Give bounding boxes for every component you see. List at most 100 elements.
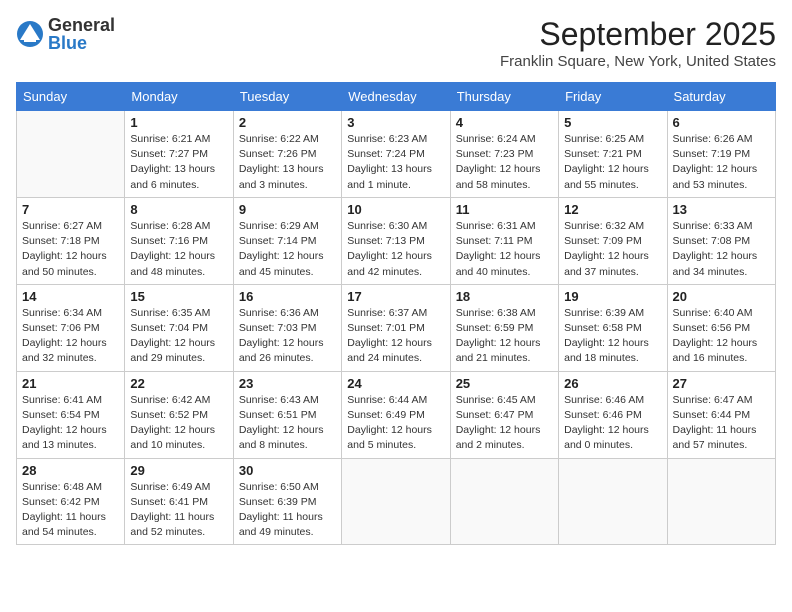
- day-info: Sunrise: 6:40 AM Sunset: 6:56 PM Dayligh…: [673, 306, 770, 367]
- calendar-cell: 13 Sunrise: 6:33 AM Sunset: 7:08 PM Dayli…: [667, 197, 775, 284]
- day-number: 1: [130, 115, 227, 130]
- day-info: Sunrise: 6:31 AM Sunset: 7:11 PM Dayligh…: [456, 219, 553, 280]
- header-wednesday: Wednesday: [342, 83, 450, 111]
- week-row-1: 1 Sunrise: 6:21 AM Sunset: 7:27 PM Daylig…: [17, 111, 776, 198]
- day-number: 3: [347, 115, 444, 130]
- day-number: 27: [673, 376, 770, 391]
- calendar-cell: 24 Sunrise: 6:44 AM Sunset: 6:49 PM Dayli…: [342, 371, 450, 458]
- header-thursday: Thursday: [450, 83, 558, 111]
- day-number: 17: [347, 289, 444, 304]
- day-info: Sunrise: 6:23 AM Sunset: 7:24 PM Dayligh…: [347, 132, 444, 193]
- day-number: 10: [347, 202, 444, 217]
- calendar-cell: 20 Sunrise: 6:40 AM Sunset: 6:56 PM Dayli…: [667, 284, 775, 371]
- day-info: Sunrise: 6:33 AM Sunset: 7:08 PM Dayligh…: [673, 219, 770, 280]
- day-info: Sunrise: 6:39 AM Sunset: 6:58 PM Dayligh…: [564, 306, 661, 367]
- calendar-cell: 10 Sunrise: 6:30 AM Sunset: 7:13 PM Dayli…: [342, 197, 450, 284]
- calendar-cell: 1 Sunrise: 6:21 AM Sunset: 7:27 PM Daylig…: [125, 111, 233, 198]
- calendar-cell: [559, 458, 667, 545]
- day-info: Sunrise: 6:32 AM Sunset: 7:09 PM Dayligh…: [564, 219, 661, 280]
- day-info: Sunrise: 6:46 AM Sunset: 6:46 PM Dayligh…: [564, 393, 661, 454]
- day-number: 25: [456, 376, 553, 391]
- calendar-cell: [17, 111, 125, 198]
- day-info: Sunrise: 6:38 AM Sunset: 6:59 PM Dayligh…: [456, 306, 553, 367]
- day-number: 14: [22, 289, 119, 304]
- page-header: General Blue September 2025 Franklin Squ…: [16, 16, 776, 70]
- calendar-cell: 5Sunrise: 6:25 AM Sunset: 7:21 PM Daylig…: [559, 111, 667, 198]
- calendar-cell: 26 Sunrise: 6:46 AM Sunset: 6:46 PM Dayli…: [559, 371, 667, 458]
- day-info: Sunrise: 6:36 AM Sunset: 7:03 PM Dayligh…: [239, 306, 336, 367]
- calendar-cell: 11 Sunrise: 6:31 AM Sunset: 7:11 PM Dayli…: [450, 197, 558, 284]
- day-info: Sunrise: 6:21 AM Sunset: 7:27 PM Dayligh…: [130, 132, 227, 193]
- day-number: 7: [22, 202, 119, 217]
- day-number: 26: [564, 376, 661, 391]
- day-info: Sunrise: 6:30 AM Sunset: 7:13 PM Dayligh…: [347, 219, 444, 280]
- month-title: September 2025: [500, 16, 776, 53]
- calendar-cell: 25 Sunrise: 6:45 AM Sunset: 6:47 PM Dayli…: [450, 371, 558, 458]
- title-block: September 2025 Franklin Square, New York…: [500, 16, 776, 70]
- day-number: 5: [564, 115, 661, 130]
- calendar-cell: 27 Sunrise: 6:47 AM Sunset: 6:44 PM Dayli…: [667, 371, 775, 458]
- day-number: 24: [347, 376, 444, 391]
- day-number: 23: [239, 376, 336, 391]
- day-number: 9: [239, 202, 336, 217]
- day-number: 13: [673, 202, 770, 217]
- day-number: 22: [130, 376, 227, 391]
- calendar-cell: 23 Sunrise: 6:43 AM Sunset: 6:51 PM Dayli…: [233, 371, 341, 458]
- calendar-cell: 3 Sunrise: 6:23 AM Sunset: 7:24 PM Daylig…: [342, 111, 450, 198]
- week-row-2: 7 Sunrise: 6:27 AM Sunset: 7:18 PM Daylig…: [17, 197, 776, 284]
- day-number: 2: [239, 115, 336, 130]
- day-info: Sunrise: 6:37 AM Sunset: 7:01 PM Dayligh…: [347, 306, 444, 367]
- calendar-cell: 17 Sunrise: 6:37 AM Sunset: 7:01 PM Dayli…: [342, 284, 450, 371]
- calendar-cell: 8 Sunrise: 6:28 AM Sunset: 7:16 PM Daylig…: [125, 197, 233, 284]
- day-number: 6: [673, 115, 770, 130]
- logo-general: General: [48, 16, 115, 34]
- calendar-cell: 7 Sunrise: 6:27 AM Sunset: 7:18 PM Daylig…: [17, 197, 125, 284]
- calendar-table: SundayMondayTuesdayWednesdayThursdayFrid…: [16, 82, 776, 545]
- calendar-cell: 6 Sunrise: 6:26 AM Sunset: 7:19 PM Daylig…: [667, 111, 775, 198]
- calendar-cell: 30 Sunrise: 6:50 AM Sunset: 6:39 PM Dayli…: [233, 458, 341, 545]
- day-number: 21: [22, 376, 119, 391]
- day-info: Sunrise: 6:29 AM Sunset: 7:14 PM Dayligh…: [239, 219, 336, 280]
- day-number: 18: [456, 289, 553, 304]
- calendar-cell: 21 Sunrise: 6:41 AM Sunset: 6:54 PM Dayli…: [17, 371, 125, 458]
- day-number: 20: [673, 289, 770, 304]
- day-info: Sunrise: 6:28 AM Sunset: 7:16 PM Dayligh…: [130, 219, 227, 280]
- day-info: Sunrise: 6:41 AM Sunset: 6:54 PM Dayligh…: [22, 393, 119, 454]
- day-info: Sunrise: 6:47 AM Sunset: 6:44 PM Dayligh…: [673, 393, 770, 454]
- day-info: Sunrise: 6:50 AM Sunset: 6:39 PM Dayligh…: [239, 480, 336, 541]
- header-tuesday: Tuesday: [233, 83, 341, 111]
- calendar-cell: 29Sunrise: 6:49 AM Sunset: 6:41 PM Dayli…: [125, 458, 233, 545]
- day-info: Sunrise: 6:45 AM Sunset: 6:47 PM Dayligh…: [456, 393, 553, 454]
- calendar-cell: 9 Sunrise: 6:29 AM Sunset: 7:14 PM Daylig…: [233, 197, 341, 284]
- calendar-cell: [342, 458, 450, 545]
- day-info: Sunrise: 6:42 AM Sunset: 6:52 PM Dayligh…: [130, 393, 227, 454]
- day-number: 30: [239, 463, 336, 478]
- calendar-cell: 16 Sunrise: 6:36 AM Sunset: 7:03 PM Dayli…: [233, 284, 341, 371]
- day-number: 16: [239, 289, 336, 304]
- calendar-cell: 12Sunrise: 6:32 AM Sunset: 7:09 PM Dayli…: [559, 197, 667, 284]
- day-info: Sunrise: 6:22 AM Sunset: 7:26 PM Dayligh…: [239, 132, 336, 193]
- day-number: 11: [456, 202, 553, 217]
- header-sunday: Sunday: [17, 83, 125, 111]
- day-info: Sunrise: 6:49 AM Sunset: 6:41 PM Dayligh…: [130, 480, 227, 541]
- day-number: 8: [130, 202, 227, 217]
- logo-icon: [16, 20, 44, 48]
- header-monday: Monday: [125, 83, 233, 111]
- day-info: Sunrise: 6:44 AM Sunset: 6:49 PM Dayligh…: [347, 393, 444, 454]
- logo: General Blue: [16, 16, 115, 52]
- calendar-cell: [450, 458, 558, 545]
- calendar-cell: 28Sunrise: 6:48 AM Sunset: 6:42 PM Dayli…: [17, 458, 125, 545]
- location: Franklin Square, New York, United States: [500, 53, 776, 70]
- day-info: Sunrise: 6:43 AM Sunset: 6:51 PM Dayligh…: [239, 393, 336, 454]
- day-number: 19: [564, 289, 661, 304]
- day-info: Sunrise: 6:34 AM Sunset: 7:06 PM Dayligh…: [22, 306, 119, 367]
- calendar-cell: 2 Sunrise: 6:22 AM Sunset: 7:26 PM Daylig…: [233, 111, 341, 198]
- week-row-4: 21 Sunrise: 6:41 AM Sunset: 6:54 PM Dayli…: [17, 371, 776, 458]
- calendar-header-row: SundayMondayTuesdayWednesdayThursdayFrid…: [17, 83, 776, 111]
- day-number: 28: [22, 463, 119, 478]
- day-info: Sunrise: 6:26 AM Sunset: 7:19 PM Dayligh…: [673, 132, 770, 193]
- week-row-3: 14 Sunrise: 6:34 AM Sunset: 7:06 PM Dayli…: [17, 284, 776, 371]
- day-number: 4: [456, 115, 553, 130]
- calendar-cell: 15Sunrise: 6:35 AM Sunset: 7:04 PM Dayli…: [125, 284, 233, 371]
- day-info: Sunrise: 6:27 AM Sunset: 7:18 PM Dayligh…: [22, 219, 119, 280]
